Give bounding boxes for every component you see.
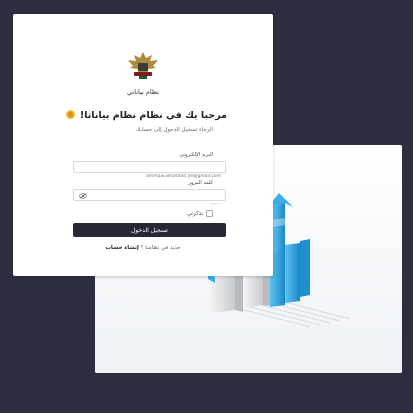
- welcome-title: مرحبا بك في نظام نظام بياناتا!: [65, 110, 227, 121]
- password-field[interactable]: [74, 199, 225, 210]
- waving-hand-icon: [65, 110, 75, 119]
- remember-me: تذكرني: [187, 210, 213, 217]
- register-prompt: جديد في نظامنا ؟: [140, 245, 181, 251]
- email-label: البريد الإلكتروني: [179, 152, 213, 158]
- eye-slash-icon[interactable]: [79, 193, 87, 199]
- create-account-link[interactable]: إنشاء حساب: [105, 245, 139, 251]
- register-line: جديد في نظامنا ؟ إنشاء حساب: [13, 245, 273, 251]
- password-field-box: [73, 189, 226, 210]
- login-card: نظام بياناتي مرحبا بك في نظام نظام بيانا…: [13, 14, 273, 276]
- remember-label: تذكرني: [186, 210, 203, 217]
- eagle-emblem-icon: [128, 52, 158, 79]
- login-button[interactable]: تسجيل الدخول: [73, 223, 226, 237]
- welcome-subtitle: الرجاء تسجيل الدخول إلى حسابك: [136, 127, 213, 133]
- password-label: كلمة المرور: [188, 180, 213, 186]
- welcome-title-text: مرحبا بك في نظام نظام بياناتا!: [79, 110, 227, 121]
- email-field-box: [73, 161, 226, 182]
- page-stage: نظام بياناتي مرحبا بك في نظام نظام بيانا…: [0, 0, 413, 413]
- remember-checkbox[interactable]: [206, 210, 213, 217]
- logo: [13, 50, 273, 88]
- logo-caption: نظام بياناتي: [127, 88, 159, 96]
